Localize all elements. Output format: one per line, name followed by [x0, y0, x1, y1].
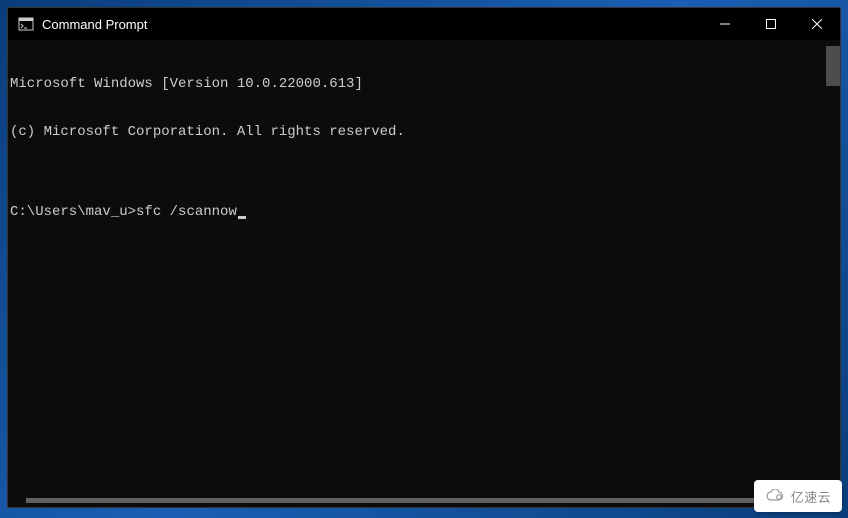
titlebar[interactable]: Command Prompt	[8, 8, 840, 40]
window-title: Command Prompt	[42, 17, 147, 32]
watermark: 亿速云	[754, 480, 842, 512]
command-text: sfc /scannow	[136, 204, 237, 220]
minimize-button[interactable]	[702, 8, 748, 40]
terminal-output[interactable]: Microsoft Windows [Version 10.0.22000.61…	[8, 40, 840, 507]
copyright-line: (c) Microsoft Corporation. All rights re…	[10, 124, 838, 140]
cloud-icon	[765, 489, 787, 503]
maximize-button[interactable]	[748, 8, 794, 40]
window-controls	[702, 8, 840, 40]
prompt-line: C:\Users\mav_u>sfc /scannow	[10, 204, 838, 220]
vertical-scrollbar[interactable]	[826, 46, 840, 86]
prompt-text: C:\Users\mav_u>	[10, 204, 136, 220]
titlebar-left: Command Prompt	[8, 16, 147, 32]
watermark-text: 亿速云	[791, 487, 832, 506]
version-line: Microsoft Windows [Version 10.0.22000.61…	[10, 76, 838, 92]
horizontal-scrollbar[interactable]	[26, 498, 818, 503]
command-prompt-icon	[18, 16, 34, 32]
command-prompt-window: Command Prompt Microsoft Windows [Versio…	[7, 7, 841, 508]
close-button[interactable]	[794, 8, 840, 40]
cursor	[238, 216, 246, 219]
